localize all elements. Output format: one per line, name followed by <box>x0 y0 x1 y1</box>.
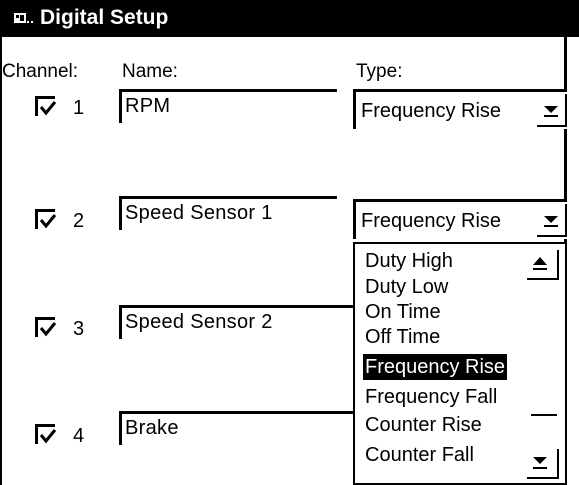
window-title: Digital Setup <box>40 6 169 29</box>
title-bar: Digital Setup <box>0 0 579 37</box>
channel-2-type-value: Frequency Rise <box>361 210 502 232</box>
channel-4-name-field[interactable]: Brake <box>119 411 354 445</box>
checkmark-icon <box>39 429 57 444</box>
channel-1-dropdown-button[interactable] <box>537 94 567 127</box>
scroll-up-arrow-icon <box>533 257 547 270</box>
channel-header: Channel: <box>2 61 79 82</box>
dropdown-arrow-icon <box>544 106 558 117</box>
scroll-down-button[interactable] <box>527 449 559 479</box>
option-counter-fall[interactable]: Counter Fall <box>363 442 476 468</box>
channel-4-checkbox[interactable] <box>35 424 57 444</box>
channel-2-dropdown-button[interactable] <box>537 204 567 237</box>
channel-1-number: 1 <box>73 97 85 119</box>
option-frequency-fall[interactable]: Frequency Fall <box>363 384 499 410</box>
channel-4-number: 4 <box>73 425 85 447</box>
checkmark-icon <box>39 101 57 116</box>
scroll-down-arrow-icon <box>533 457 547 469</box>
name-header: Name: <box>122 61 178 82</box>
channel-3-name-field[interactable]: Speed Sensor 2 <box>119 305 354 339</box>
option-frequency-rise[interactable]: Frequency Rise <box>363 354 508 380</box>
channel-2-name-field[interactable]: Speed Sensor 1 <box>119 196 337 230</box>
channel-1-type-select[interactable]: Frequency Rise <box>353 89 567 129</box>
channel-3-checkbox[interactable] <box>35 317 57 337</box>
channel-1-checkbox[interactable] <box>35 96 57 116</box>
checkmark-icon <box>39 214 57 229</box>
channel-2-checkbox[interactable] <box>35 209 57 229</box>
left-border <box>0 37 2 485</box>
window-icon[interactable] <box>13 11 35 27</box>
scrollbar-thumb[interactable] <box>531 414 557 416</box>
type-header: Type: <box>356 61 403 82</box>
checkmark-icon <box>39 322 57 337</box>
scroll-up-button[interactable] <box>527 250 559 280</box>
option-off-time[interactable]: Off Time <box>363 324 442 350</box>
channel-2-type-select[interactable]: Frequency Rise <box>353 199 567 239</box>
dropdown-arrow-icon <box>544 216 558 227</box>
option-on-time[interactable]: On Time <box>363 299 443 325</box>
channel-1-type-value: Frequency Rise <box>361 100 502 122</box>
channel-2-number: 2 <box>73 210 85 232</box>
channel-3-number: 3 <box>73 318 85 340</box>
option-duty-high[interactable]: Duty High <box>363 248 455 274</box>
option-counter-rise[interactable]: Counter Rise <box>363 412 484 438</box>
option-duty-low[interactable]: Duty Low <box>363 274 450 300</box>
channel-1-name-field[interactable]: RPM <box>119 89 337 123</box>
type-dropdown-list[interactable]: Duty High Duty Low On Time Off Time Freq… <box>353 242 567 485</box>
